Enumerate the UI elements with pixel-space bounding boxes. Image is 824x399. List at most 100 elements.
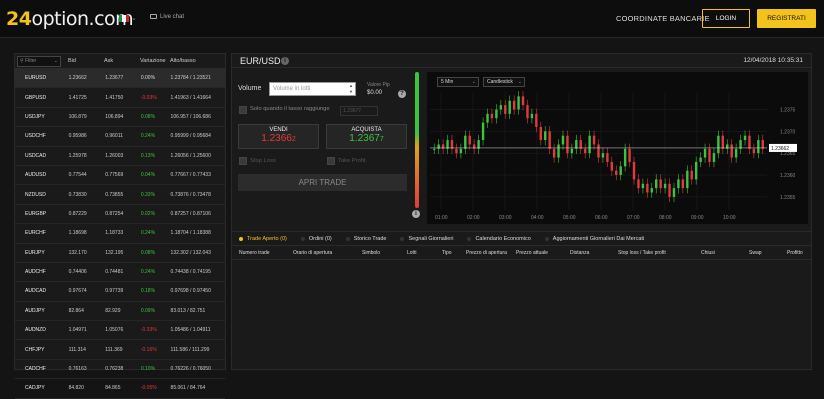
candle-body xyxy=(490,113,494,119)
row-bid: 1.41725 xyxy=(68,94,87,101)
pip-value: $0.00 xyxy=(367,90,383,96)
candle-body xyxy=(619,166,622,176)
row-bid: 0.77544 xyxy=(68,172,87,179)
row-highlow: 111.586 / 111.299 xyxy=(170,346,210,353)
sell-button[interactable]: VENDI 1.23662 xyxy=(238,124,319,149)
candle-body xyxy=(703,148,707,158)
tab-dot-icon xyxy=(467,236,472,241)
watchlist-row[interactable]: CHFJPY 111.314 111.369 -0.16% 111.586 / 111.… xyxy=(15,340,225,360)
volume-input[interactable]: Volume in lotti ▲ ▼ xyxy=(269,82,356,96)
row-bid: 0.74406 xyxy=(68,269,87,276)
candle-body xyxy=(610,161,614,171)
row-highlow: 0.73876 / 0.73478 xyxy=(170,191,211,198)
bank-details-link[interactable]: COORDINATE BANCARIE xyxy=(616,14,710,23)
table-col[interactable]: Stop loss / Take profit xyxy=(618,250,666,256)
row-highlow: 0.77667 / 0.77433 xyxy=(170,172,211,179)
info-icon[interactable]: i xyxy=(281,57,289,65)
candle-body xyxy=(690,170,693,180)
row-change: 0.02% xyxy=(140,210,156,217)
stop-loss-checkbox[interactable] xyxy=(239,157,247,165)
watchlist-row[interactable]: USDCHF 0.95986 0.96011 0.24% 0.95999 / 0.956… xyxy=(15,127,225,147)
row-ask: 82.929 xyxy=(105,307,121,314)
row-ask: 0.97739 xyxy=(105,288,124,295)
y-tick-label: 1.2370 xyxy=(780,129,796,135)
watchlist-row[interactable]: CADCHF 0.76163 0.76238 0.10% 0.76226 / 0.760… xyxy=(15,360,225,380)
row-highlow: 1.26056 / 1.25600 xyxy=(170,152,211,159)
italy-flag-icon[interactable] xyxy=(119,15,129,22)
tab-1[interactable]: Ordini (0) xyxy=(294,236,339,242)
row-bid: 82.864 xyxy=(68,307,84,314)
row-symbol: EURJPY xyxy=(25,249,45,256)
tab-4[interactable]: Calendario Economico xyxy=(460,236,537,242)
watchlist-row[interactable]: USDCAD 1.25978 1.26003 0.13% 1.26056 / 1.256… xyxy=(15,147,225,166)
table-col[interactable]: Swap xyxy=(749,250,762,256)
take-profit-checkbox[interactable] xyxy=(327,157,335,165)
tab-dot-icon xyxy=(300,236,305,241)
row-bid: 0.97674 xyxy=(68,288,87,295)
price-chart[interactable]: 5 Min ⌄ Candlestick ⌄ 1.2375 1.2370 1.2365 1.… xyxy=(427,72,808,224)
table-col[interactable]: Prezzo di apertura xyxy=(466,250,507,256)
table-col[interactable]: Orario di apertura xyxy=(293,250,332,256)
live-chat-link[interactable]: Live chat xyxy=(150,14,184,20)
candle-body xyxy=(477,140,480,149)
tab-0[interactable]: Trade Aperto (0) xyxy=(232,236,294,242)
watchlist-row[interactable]: EURJPY 132.170 132.195 0.08% 132.302 / 132.0… xyxy=(15,244,225,263)
x-tick-label: 04:00 xyxy=(531,215,544,221)
row-highlow: 132.302 / 132.043 xyxy=(170,249,211,256)
only-when-checkbox[interactable] xyxy=(239,106,247,114)
table-col[interactable]: Numero trade xyxy=(239,250,270,256)
tab-3[interactable]: Segnali Giornalieri xyxy=(393,236,460,242)
only-when-input[interactable]: 1.23677 xyxy=(340,106,378,116)
candle-body xyxy=(526,105,529,119)
row-bid: 0.95986 xyxy=(68,133,87,140)
login-button[interactable]: LOGIN xyxy=(702,9,750,28)
candle-body xyxy=(508,100,511,114)
candle-body xyxy=(455,148,458,154)
filter-select[interactable]: ⚲ Filter ⌄ xyxy=(17,55,61,67)
table-col[interactable]: Simbolo xyxy=(362,250,380,256)
table-col[interactable]: Tipo xyxy=(442,250,452,256)
candle-body xyxy=(495,109,498,119)
buy-button[interactable]: ACQUISTA 1.23677 xyxy=(326,124,407,149)
help-icon[interactable]: ? xyxy=(398,90,406,98)
watchlist-row[interactable]: USDJPY 106.879 106.894 0.08% 106.957 / 106.6… xyxy=(15,108,225,128)
watchlist-row[interactable]: AUDJPY 82.864 82.929 0.09% 83.013 / 82.751 xyxy=(15,302,225,322)
watchlist-row[interactable]: GBPUSD 1.41725 1.41750 -0.03% 1.41963 / 1.41… xyxy=(15,88,225,108)
row-highlow: 0.97698 / 0.97450 xyxy=(170,288,211,295)
table-col[interactable]: Lotti xyxy=(407,250,416,256)
watchlist-row[interactable]: AUDCHF 0.74406 0.74481 0.24% 0.74438 / 0.741… xyxy=(15,263,225,283)
watchlist-row[interactable]: NZDUSD 0.73830 0.73855 0.33% 0.73876 / 0.734… xyxy=(15,185,225,205)
info-icon[interactable]: i xyxy=(412,210,420,218)
watchlist-row[interactable]: AUDCAD 0.97674 0.97739 0.18% 0.97698 / 0.974… xyxy=(15,282,225,302)
candle-body xyxy=(632,161,636,180)
candle-body xyxy=(712,153,716,162)
watchlist-row[interactable]: EURUSD 1.23662 1.23677 0.00% 1.23784 / 1.235… xyxy=(15,69,225,89)
row-ask: 0.96011 xyxy=(105,133,123,140)
candle-body xyxy=(566,135,569,154)
register-button[interactable]: REGISTRATI xyxy=(757,9,816,28)
tab-dot-icon xyxy=(544,236,549,241)
row-change: 0.00% xyxy=(140,75,156,82)
row-highlow: 1.05486 / 1.04911 xyxy=(170,327,211,334)
tab-dot-icon xyxy=(345,236,350,241)
candle-body xyxy=(588,135,591,154)
watchlist-row[interactable]: CADJPY 84.820 84.865 -0.05% 85.061 / 84.764 xyxy=(15,379,225,399)
table-col[interactable]: Profitto xyxy=(787,250,803,256)
watchlist-row[interactable]: EURCHF 1.18698 1.18733 0.24% 1.18704 / 1.183… xyxy=(15,224,225,244)
stepper-icon[interactable]: ▲ ▼ xyxy=(349,83,353,95)
row-change: 0.04% xyxy=(140,172,156,179)
table-col[interactable]: Distanza xyxy=(570,250,589,256)
watchlist-row[interactable]: AUDNZD 1.04971 1.05076 -0.33% 1.05486 / 1.04… xyxy=(15,321,225,341)
table-col[interactable]: Chiusi xyxy=(701,250,715,256)
watchlist-row[interactable]: EURGBP 0.87229 0.87254 0.02% 0.87257 / 0.871… xyxy=(15,205,225,225)
tab-5[interactable]: Aggiornamenti Giornalieri Dai Mercati xyxy=(538,236,651,242)
logo[interactable]: 24option.com xyxy=(6,8,134,30)
watchlist-row[interactable]: AUDUSD 0.77544 0.77569 0.04% 0.77667 / 0.774… xyxy=(15,166,225,186)
table-col[interactable]: Prezzo attuale xyxy=(516,250,548,256)
chevron-down-icon[interactable]: ⌄ xyxy=(131,14,137,22)
tab-2[interactable]: Storico Trade xyxy=(339,236,394,242)
row-ask: 1.18733 xyxy=(105,230,124,237)
open-trade-button[interactable]: APRI TRADE xyxy=(238,174,407,191)
top-bar: 24option.com ⌄ Live chat COORDINATE BANC… xyxy=(0,0,824,38)
sentiment-gauge xyxy=(415,72,419,208)
